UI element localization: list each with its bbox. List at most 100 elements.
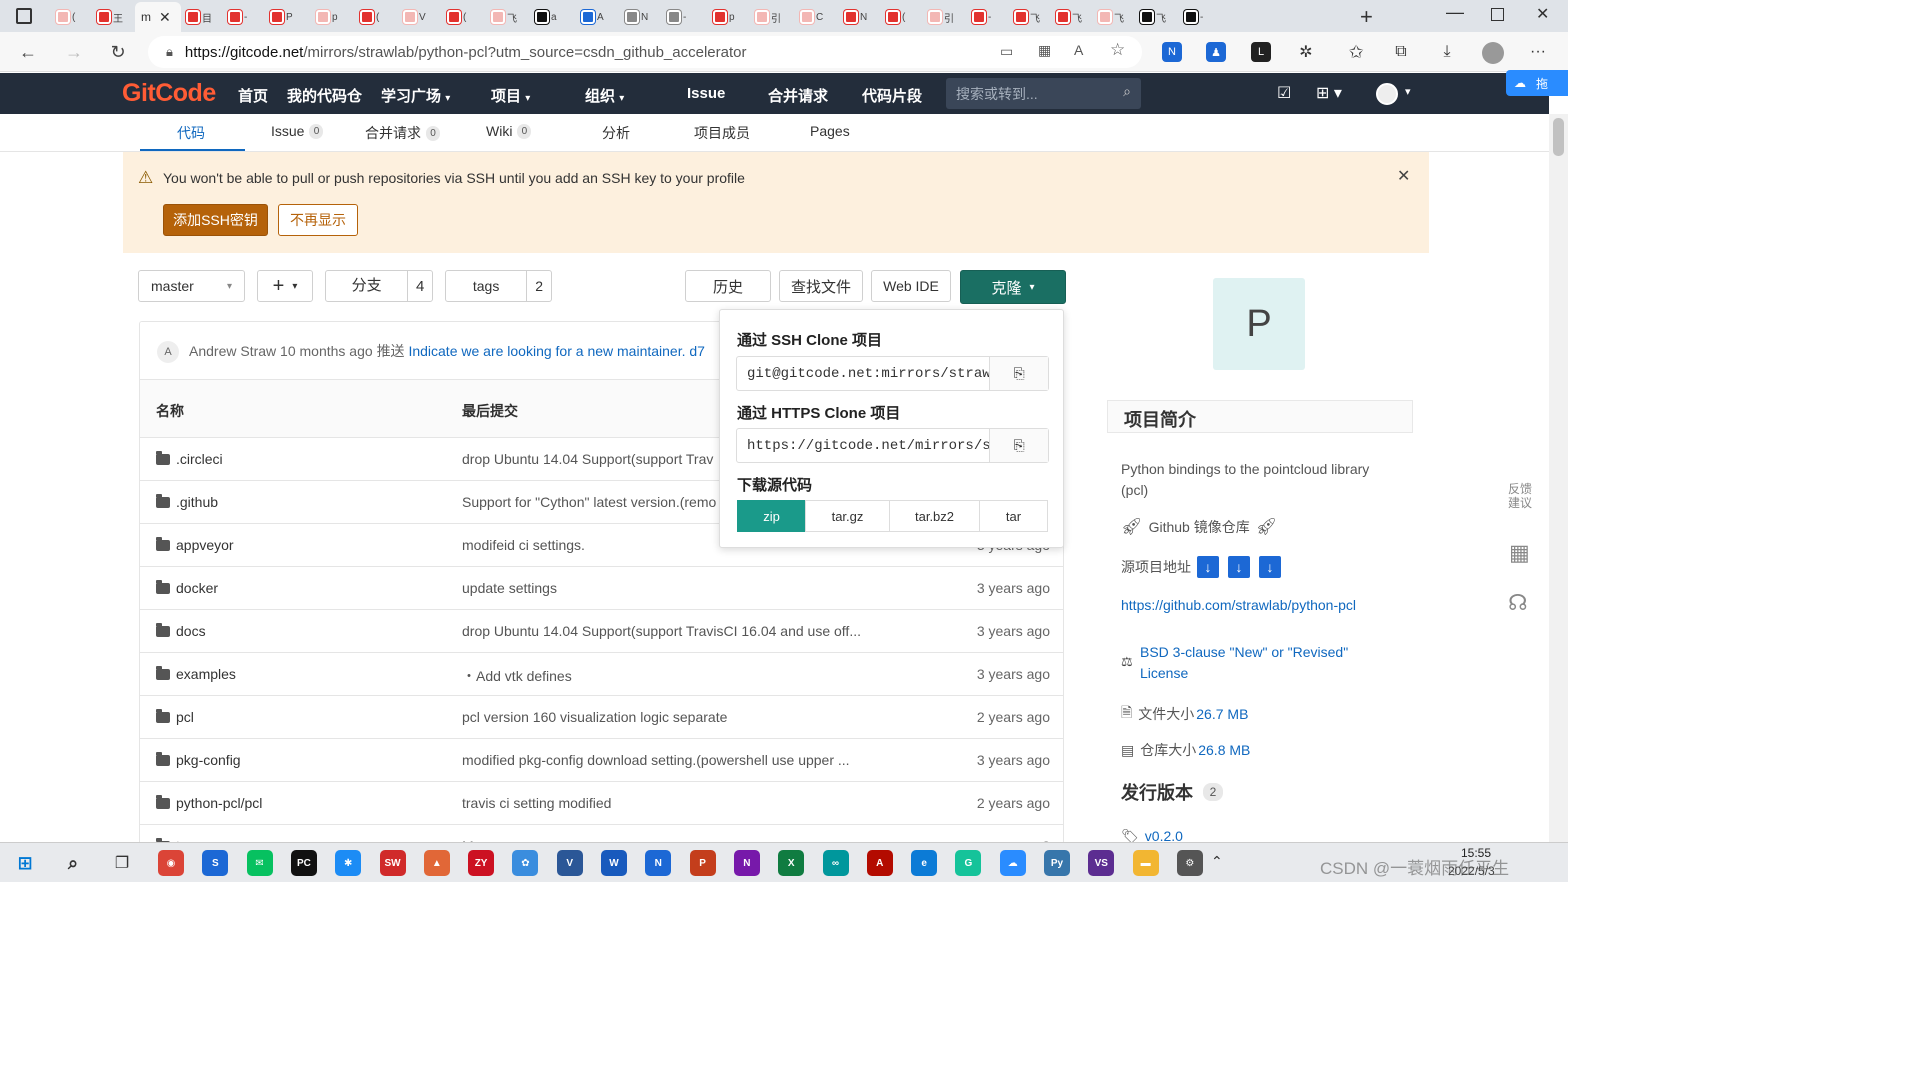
matlab-icon[interactable]: ▲ <box>423 850 450 876</box>
download-tarbz2-button[interactable]: tar.bz2 <box>889 500 980 532</box>
file-name-cell[interactable]: docker <box>156 579 218 596</box>
table-row[interactable]: python-pcl/pcl travis ci setting modified… <box>140 781 1063 824</box>
browser-tab[interactable]: ( <box>447 4 475 30</box>
web-ide-button[interactable]: Web IDE <box>871 270 951 302</box>
downloads-icon[interactable]: ⤓ <box>1437 42 1457 62</box>
commit-message-cell[interactable]: travis ci setting modified <box>462 795 872 811</box>
network-icon[interactable]: ✿ <box>512 850 539 876</box>
tags-button[interactable]: tags 2 <box>445 270 552 302</box>
table-row[interactable]: docs drop Ubuntu 14.04 Support(support Tr… <box>140 609 1063 652</box>
browser-tab[interactable]: 王 <box>97 4 125 30</box>
task-view-icon[interactable]: ❐ <box>109 850 135 876</box>
commit-author[interactable]: Andrew Straw <box>189 343 276 359</box>
browser-tab[interactable]: N <box>625 4 653 30</box>
address-bar[interactable]: 🔒︎ https://gitcode.net/mirrors/strawlab/… <box>148 36 1142 68</box>
edge-icon[interactable]: e <box>911 850 938 876</box>
browser-tab[interactable]: 飞 <box>1098 4 1126 30</box>
more-menu-icon[interactable]: ··· <box>1528 42 1548 62</box>
word-icon[interactable]: W <box>601 850 627 876</box>
tab-members[interactable]: 项目成员 <box>694 123 750 143</box>
qrcode-icon[interactable]: ▦ <box>1509 540 1530 566</box>
ne-icon[interactable]: N <box>645 850 672 876</box>
copy-icon[interactable]: ⎘ <box>989 429 1048 462</box>
browser-tab[interactable]: ( <box>56 4 84 30</box>
file-name-cell[interactable]: appveyor <box>156 536 234 553</box>
commit-message-cell[interactable]: ・Add vtk defines <box>462 666 872 686</box>
arduino-icon[interactable]: ∞ <box>822 850 849 876</box>
chrome-icon[interactable]: ◉ <box>158 850 184 876</box>
browser-tab-active[interactable]: m ✕ <box>135 2 181 32</box>
extension-ne-icon[interactable]: N <box>1162 42 1182 62</box>
download-targz-button[interactable]: tar.gz <box>805 500 890 532</box>
favorites-icon[interactable]: ✩ <box>1346 42 1366 62</box>
nav-snippets[interactable]: 代码片段 <box>862 85 922 106</box>
browser-tab[interactable]: p <box>713 4 741 30</box>
tab-pages[interactable]: Pages <box>810 123 850 139</box>
browser-tab[interactable]: - <box>1184 4 1212 30</box>
page-scrollbar[interactable] <box>1549 114 1568 842</box>
download-tar-button[interactable]: tar <box>979 500 1048 532</box>
wechat-icon[interactable]: ✉ <box>246 850 273 876</box>
browser-tab[interactable]: 飞 <box>1014 4 1042 30</box>
table-row[interactable]: docker update settings 3 years ago <box>140 566 1063 609</box>
tray-chevron-icon[interactable]: ⌃ <box>1211 853 1223 870</box>
back-arrow-icon[interactable]: ← <box>16 40 40 64</box>
tab-merge-requests[interactable]: 合并请求 0 <box>365 123 440 143</box>
file-name-cell[interactable]: examples <box>156 665 236 682</box>
nav-groups[interactable]: 组织 ▾ <box>585 85 624 106</box>
license-link[interactable]: BSD 3-clause "New" or "Revised" License <box>1140 642 1380 684</box>
feedback-button[interactable]: 反馈建议 <box>1504 482 1536 510</box>
browser-tab[interactable]: - <box>972 4 1000 30</box>
history-button[interactable]: 历史 <box>685 270 771 302</box>
file-name-cell[interactable]: python-pcl/pcl <box>156 794 262 811</box>
dingtalk-icon[interactable]: ✱ <box>335 850 362 876</box>
windows-start-icon[interactable]: ⊞ <box>12 850 38 876</box>
find-file-button[interactable]: 查找文件 <box>779 270 863 302</box>
clone-button[interactable]: 克隆 ▾ <box>960 270 1066 304</box>
commit-message-cell[interactable]: update settings <box>462 580 872 596</box>
close-tab-icon[interactable]: ✕ <box>159 9 171 26</box>
app-available-icon[interactable]: ▭ <box>1000 43 1013 60</box>
explorer-icon[interactable]: ▬ <box>1132 850 1159 876</box>
nav-my-repos[interactable]: 我的代码仓 <box>287 85 362 106</box>
dismiss-button[interactable]: 不再显示 <box>278 204 358 236</box>
search-icon[interactable]: ⌕ <box>60 850 86 876</box>
forward-arrow-icon[interactable]: → <box>62 40 86 64</box>
commit-message-cell[interactable]: pcl version 160 visualization logic sepa… <box>462 709 872 725</box>
solidworks-icon[interactable]: SW <box>379 850 406 876</box>
tab-analytics[interactable]: 分析 <box>602 123 630 143</box>
settings-icon[interactable]: ⚙ <box>1176 850 1203 876</box>
tab-code[interactable]: 代码 <box>177 123 205 143</box>
nav-merge-requests[interactable]: 合并请求 <box>768 85 828 106</box>
add-ssh-key-button[interactable]: 添加SSH密钥 <box>163 204 268 236</box>
collections-icon[interactable]: ⧉ <box>1391 42 1411 62</box>
table-row[interactable]: pcl pcl version 160 visualization logic s… <box>140 695 1063 738</box>
scrollbar-thumb[interactable] <box>1553 118 1564 156</box>
file-name-cell[interactable]: pcl <box>156 708 194 725</box>
tab-actions-icon[interactable] <box>16 8 32 24</box>
browser-tab[interactable]: 目 <box>186 4 214 30</box>
file-name-cell[interactable]: docs <box>156 622 206 639</box>
browser-tab[interactable]: 引 <box>928 4 956 30</box>
onenote-icon[interactable]: N <box>733 850 760 876</box>
browser-tab[interactable]: ( <box>360 4 388 30</box>
zy-icon[interactable]: ZY <box>468 850 495 876</box>
profile-avatar[interactable] <box>1482 42 1504 64</box>
headset-icon[interactable]: ☊ <box>1508 590 1528 616</box>
visio-icon[interactable]: V <box>556 850 583 876</box>
nav-issue[interactable]: Issue <box>687 85 725 102</box>
favorite-add-icon[interactable]: ☆ <box>1110 40 1125 60</box>
gitcode-logo[interactable]: GitCode <box>122 79 216 108</box>
browser-tab[interactable]: V <box>403 4 431 30</box>
close-icon[interactable]: ✕ <box>1397 166 1410 186</box>
new-tab-icon[interactable]: + <box>1360 4 1373 30</box>
browser-tab[interactable]: 引 <box>755 4 783 30</box>
qr-icon[interactable]: ▦ <box>1038 42 1051 59</box>
read-aloud-icon[interactable]: A <box>1074 42 1083 58</box>
browser-tab[interactable]: a <box>535 4 563 30</box>
create-dropdown[interactable]: + ▾ <box>257 270 313 302</box>
nav-learning[interactable]: 学习广场 ▾ <box>381 85 450 106</box>
file-name-cell[interactable]: .github <box>156 493 218 510</box>
file-name-cell[interactable]: .circleci <box>156 450 223 467</box>
nav-projects[interactable]: 项目 ▾ <box>491 85 530 106</box>
